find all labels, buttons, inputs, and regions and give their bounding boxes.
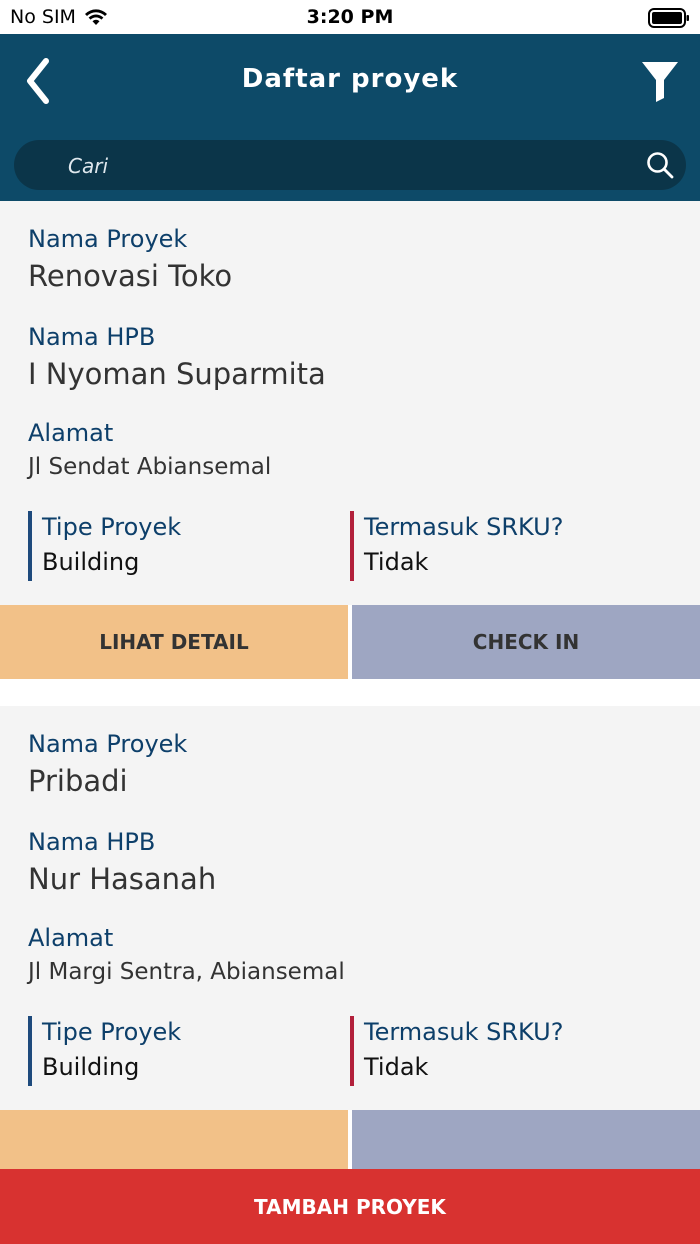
project-type-block: Tipe Proyek Building	[28, 1016, 350, 1086]
project-card: Nama Proyek Renovasi Toko Nama HPB I Nyo…	[0, 201, 700, 679]
project-meta-row: Tipe Proyek Building Termasuk SRKU? Tida…	[28, 1016, 672, 1086]
project-type-label: Tipe Proyek	[42, 1018, 182, 1046]
check-in-button[interactable]	[352, 1110, 700, 1169]
srku-block: Termasuk SRKU? Tidak	[350, 1016, 672, 1086]
view-detail-button[interactable]	[0, 1110, 348, 1169]
address-label: Alamat	[28, 924, 114, 952]
address-value: Jl Sendat Abiansemal	[28, 454, 272, 480]
status-bar: No SIM 3:20 PM	[0, 0, 700, 34]
project-name-value: Pribadi	[28, 764, 128, 798]
srku-value: Tidak	[364, 1053, 429, 1081]
project-name-label: Nama Proyek	[28, 225, 188, 253]
search-bar	[14, 140, 686, 192]
battery-icon	[648, 8, 689, 28]
project-meta-row: Tipe Proyek Building Termasuk SRKU? Tida…	[28, 511, 672, 581]
hpb-name-label: Nama HPB	[28, 323, 156, 351]
srku-block: Termasuk SRKU? Tidak	[350, 511, 672, 581]
address-label: Alamat	[28, 419, 114, 447]
search-icon[interactable]	[646, 151, 674, 179]
project-name-value: Renovasi Toko	[28, 259, 233, 293]
address-value: Jl Margi Sentra, Abiansemal	[28, 959, 345, 985]
page-title: Daftar proyek	[241, 64, 459, 94]
project-type-value: Building	[42, 548, 140, 576]
hpb-name-value: I Nyoman Suparmita	[28, 357, 326, 391]
project-type-label: Tipe Proyek	[42, 513, 182, 541]
srku-label: Termasuk SRKU?	[364, 513, 564, 541]
app-header: Daftar proyek	[0, 34, 700, 201]
card-actions	[0, 1110, 700, 1169]
project-list[interactable]: Nama Proyek Renovasi Toko Nama HPB I Nyo…	[0, 201, 700, 1169]
srku-value: Tidak	[364, 548, 429, 576]
status-time: 3:20 PM	[306, 6, 394, 28]
project-type-block: Tipe Proyek Building	[28, 511, 350, 581]
project-type-value: Building	[42, 1053, 140, 1081]
check-in-button[interactable]: CHECK IN	[352, 605, 700, 679]
card-actions: LIHAT DETAIL CHECK IN	[0, 605, 700, 679]
srku-label: Termasuk SRKU?	[364, 1018, 564, 1046]
add-project-button[interactable]: TAMBAH PROYEK	[0, 1169, 700, 1244]
view-detail-button[interactable]: LIHAT DETAIL	[0, 605, 348, 679]
hpb-name-value: Nur Hasanah	[28, 862, 217, 896]
filter-icon[interactable]	[640, 60, 680, 102]
project-name-label: Nama Proyek	[28, 730, 188, 758]
project-card-body: Nama Proyek Renovasi Toko Nama HPB I Nyo…	[0, 201, 700, 605]
search-input[interactable]	[66, 140, 630, 192]
project-card-body: Nama Proyek Pribadi Nama HPB Nur Hasanah…	[0, 706, 700, 1110]
hpb-name-label: Nama HPB	[28, 828, 156, 856]
project-card: Nama Proyek Pribadi Nama HPB Nur Hasanah…	[0, 706, 700, 1169]
